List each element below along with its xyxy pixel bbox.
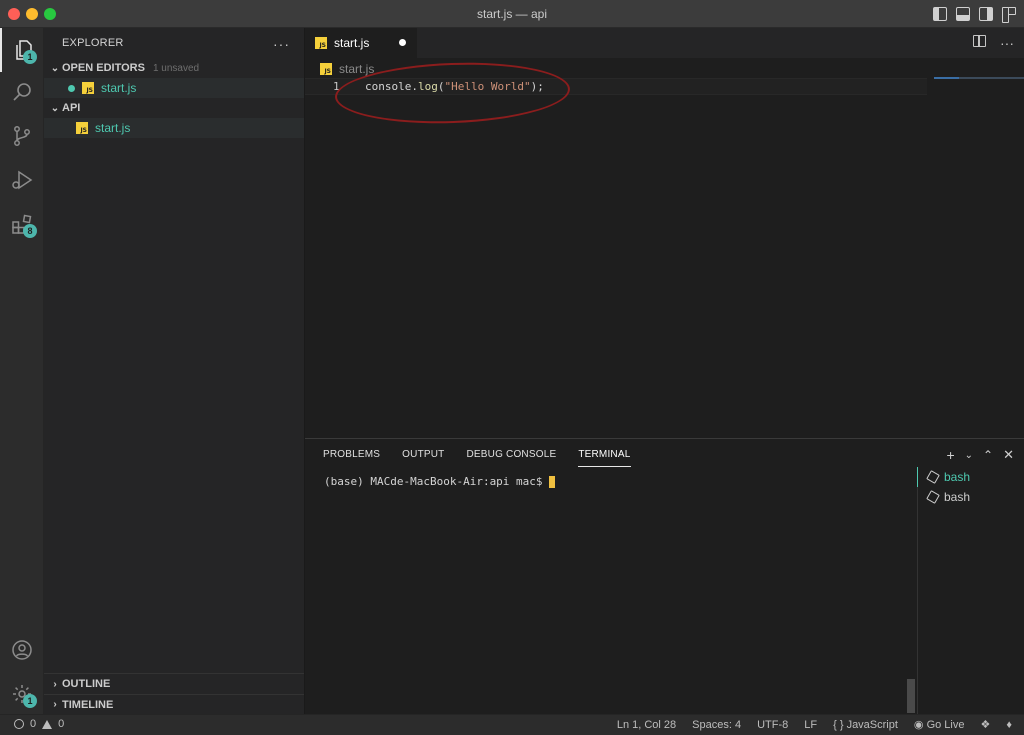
source-control-view-button[interactable]: [0, 114, 44, 158]
sidebar-title: EXPLORER: [62, 37, 124, 49]
manage-settings-button[interactable]: 1: [0, 672, 44, 716]
status-bar-right: Ln 1, Col 28 Spaces: 4 UTF-8 LF { } Java…: [617, 718, 1012, 732]
terminal-list: bash bash: [917, 467, 1024, 715]
encoding[interactable]: UTF-8: [757, 719, 788, 731]
cursor-position[interactable]: Ln 1, Col 28: [617, 719, 676, 731]
accounts-button[interactable]: [0, 628, 44, 672]
outline-section[interactable]: › OUTLINE: [44, 674, 304, 694]
activity-bar: 1 8 1: [0, 28, 44, 714]
outline-label: OUTLINE: [62, 678, 111, 690]
terminal-item[interactable]: bash: [918, 487, 1024, 507]
add-terminal-icon[interactable]: +: [946, 447, 954, 463]
bottom-panel: PROBLEMS OUTPUT DEBUG CONSOLE TERMINAL +…: [305, 438, 1024, 715]
folder-label: API: [62, 102, 81, 114]
settings-badge: 1: [23, 694, 37, 708]
unsaved-dot-icon: [68, 84, 75, 92]
unsaved-count: 1 unsaved: [152, 62, 200, 74]
terminal-cursor: [548, 475, 555, 488]
open-editors-section[interactable]: ⌄ OPEN EDITORS 1 unsaved: [44, 58, 304, 78]
explorer-badge: 1: [23, 50, 37, 64]
javascript-file-icon: JS: [315, 37, 327, 49]
customize-layout-icon[interactable]: [1002, 7, 1016, 23]
terminal-output[interactable]: (base) MACde-MacBook-Air:api mac$: [324, 475, 555, 488]
terminal-scrollbar[interactable]: [907, 679, 915, 713]
breadcrumb[interactable]: JS start.js: [320, 62, 374, 76]
tab-start-js[interactable]: JS start.js: [305, 28, 417, 58]
tab-output[interactable]: OUTPUT: [402, 449, 444, 467]
editor-tab-bar: JS start.js ···: [305, 28, 1024, 58]
file-tree-item[interactable]: JS start.js: [44, 118, 304, 138]
timeline-section[interactable]: › TIMELINE: [44, 694, 304, 714]
braces-icon: { }: [833, 718, 844, 731]
terminal-prompt: (base) MACde-MacBook-Air:api mac$: [324, 475, 543, 488]
terminal-item-label: bash: [944, 490, 971, 504]
javascript-file-icon: JS: [82, 82, 94, 94]
warning-icon: [42, 719, 53, 729]
extensions-view-button[interactable]: 8: [0, 202, 44, 246]
more-icon[interactable]: ···: [273, 36, 290, 52]
layout-controls: [933, 7, 1016, 23]
open-editor-filename: start.js: [101, 81, 137, 95]
explorer-view-button[interactable]: 1: [0, 28, 44, 72]
more-icon[interactable]: ···: [1000, 35, 1014, 51]
editor-actions: ···: [973, 35, 1014, 51]
end-of-line[interactable]: LF: [804, 719, 817, 731]
toggle-primary-sidebar-icon[interactable]: [933, 7, 947, 21]
terminal-item-label: bash: [944, 470, 971, 484]
toggle-panel-icon[interactable]: [956, 7, 970, 21]
broadcast-icon[interactable]: ❖: [981, 718, 991, 731]
tab-problems[interactable]: PROBLEMS: [323, 449, 380, 467]
toggle-secondary-sidebar-icon[interactable]: [979, 7, 993, 21]
language-label: JavaScript: [846, 718, 898, 731]
source-control-icon: [14, 126, 30, 146]
chevron-down-icon[interactable]: ⌄: [965, 450, 973, 461]
folder-section[interactable]: ⌄ API: [44, 98, 304, 118]
panel-actions: + ⌄ ⌃ ✕: [946, 447, 1014, 463]
maximize-panel-icon[interactable]: ⌃: [983, 448, 993, 462]
explorer-sidebar: EXPLORER ··· ⌄ OPEN EDITORS 1 unsaved JS…: [44, 28, 305, 714]
warning-count: 0: [58, 718, 65, 730]
error-icon: [14, 719, 24, 729]
chevron-down-icon: ⌄: [50, 102, 60, 114]
open-editors-label: OPEN EDITORS: [62, 62, 145, 74]
panel-tabs: PROBLEMS OUTPUT DEBUG CONSOLE TERMINAL: [323, 449, 653, 467]
sidebar-bottom-sections: › OUTLINE › TIMELINE: [44, 673, 304, 714]
bell-icon[interactable]: ♦: [1006, 719, 1012, 731]
chevron-right-icon: ›: [53, 699, 57, 710]
tab-terminal[interactable]: TERMINAL: [578, 449, 631, 467]
run-debug-view-button[interactable]: [0, 158, 44, 202]
account-icon: [12, 640, 32, 660]
title-bar: start.js — api: [0, 0, 1024, 28]
terminal-instance-icon: [926, 470, 940, 484]
go-live-button[interactable]: ◉ Go Live: [914, 718, 965, 731]
run-debug-icon: [12, 170, 33, 190]
chevron-down-icon: ⌄: [50, 62, 60, 74]
code-editor[interactable]: JS start.js 1 console.log("Hello World")…: [305, 58, 1024, 438]
chevron-right-icon: ›: [53, 678, 57, 690]
javascript-file-icon: JS: [320, 63, 332, 75]
sidebar-header: EXPLORER ···: [44, 28, 304, 58]
close-panel-icon[interactable]: ✕: [1003, 447, 1014, 463]
go-live-label: Go Live: [926, 719, 965, 731]
tab-label: start.js: [334, 36, 370, 50]
terminal-item[interactable]: bash: [917, 467, 1024, 487]
status-bar: 0 0 Ln 1, Col 28 Spaces: 4 UTF-8 LF { } …: [0, 714, 1024, 735]
indentation[interactable]: Spaces: 4: [692, 719, 741, 731]
minimap-line: [934, 77, 959, 79]
problems-status[interactable]: 0 0: [14, 718, 64, 730]
tab-debug-console[interactable]: DEBUG CONSOLE: [466, 449, 556, 467]
search-icon: [13, 83, 31, 101]
split-editor-icon[interactable]: [973, 35, 986, 47]
search-view-button[interactable]: [0, 70, 44, 114]
error-count: 0: [30, 718, 37, 730]
javascript-file-icon: JS: [76, 122, 88, 134]
timeline-label: TIMELINE: [62, 698, 114, 711]
language-mode[interactable]: { } JavaScript: [833, 719, 898, 731]
open-editor-item[interactable]: JS start.js: [44, 78, 304, 98]
extensions-badge: 8: [23, 224, 37, 238]
unsaved-dot-icon[interactable]: [399, 39, 406, 46]
window-title: start.js — api: [476, 7, 548, 21]
terminal-instance-icon: [926, 490, 940, 504]
file-tree-filename: start.js: [95, 121, 131, 135]
